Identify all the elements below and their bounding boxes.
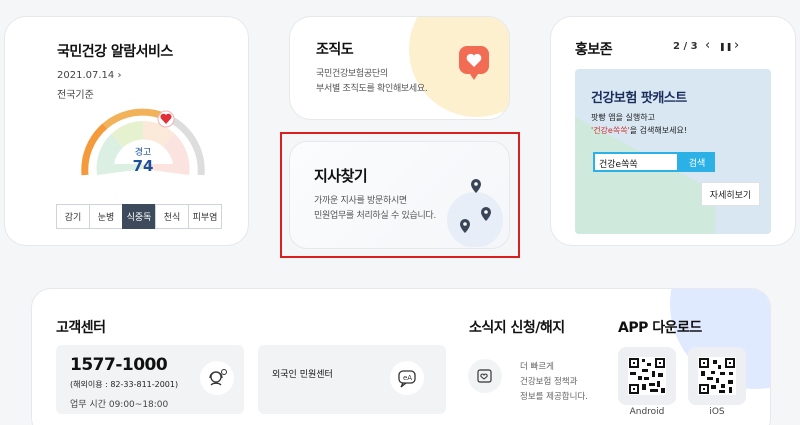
newsletter-line1: 더 빠르게 [520, 362, 554, 372]
qr-code-icon [628, 357, 666, 395]
tab-dermatitis[interactable]: 피부염 [188, 204, 222, 229]
foreign-center-box[interactable]: 외국인 민원센터 eA [258, 345, 446, 414]
tab-asthma[interactable]: 천식 [155, 204, 189, 229]
pr-zone-card: 홍보존 2 / 3 ‹ ❚❚ › 건강보험 팟캐스트 팟빵 앱을 실행하고 '건… [550, 16, 796, 246]
headset-icon [200, 361, 234, 395]
heart-marker-icon [157, 110, 175, 128]
newsletter-line3: 정보를 제공합니다. [520, 392, 588, 402]
tab-eye[interactable]: 눈병 [89, 204, 123, 229]
banner-search-field: 건강e쏙쏙 [593, 152, 679, 172]
banner-search-button: 검색 [679, 152, 715, 172]
org-chart-card[interactable]: 조직도 국민건강보험공단의 부서별 조직도를 확인해보세요. [289, 16, 510, 120]
date-link[interactable]: 2021.07.14 › [57, 70, 121, 81]
banner-line2: 을 검색해보세요! [629, 126, 688, 135]
health-alarm-card: 국민건강 알람서비스 2021.07.14 › 전국기준 경고 74 감기 눈병… [4, 16, 249, 246]
tab-cold[interactable]: 감기 [56, 204, 90, 229]
more-details-button[interactable]: 자세히보기 [701, 182, 760, 206]
banner-subtitle: 팟빵 앱을 실행하고 '건강e쏙쏙'을 검색해보세요! [591, 111, 687, 137]
podcast-banner[interactable]: 건강보험 팟캐스트 팟빵 앱을 실행하고 '건강e쏙쏙'을 검색해보세요! 건강… [575, 69, 771, 234]
disease-tabs: 감기 눈병 식중독 천식 피부염 [56, 204, 222, 229]
newsletter-line2: 건강보험 정책과 [520, 377, 578, 387]
qr-code-icon [698, 357, 736, 395]
tab-food-poisoning[interactable]: 식중독 [122, 204, 156, 229]
ios-label: iOS [709, 407, 725, 417]
pause-icon[interactable]: ❚❚ [719, 42, 732, 51]
newsletter-title: 소식지 신청/해지 [469, 320, 565, 336]
android-label: Android [629, 407, 665, 417]
phone-number: 1577-1000 [70, 355, 168, 375]
bottom-panel: 고객센터 1577-1000 (해외이용 : 82-33-811-2001) 업… [31, 288, 771, 425]
newsletter-icon[interactable] [468, 359, 502, 393]
pr-pager: 2 / 3 [673, 41, 698, 52]
business-hours: 업무 시간 09:00~18:00 [70, 400, 169, 410]
gauge-value: 74 [132, 157, 154, 175]
prev-icon[interactable]: ‹ [705, 38, 710, 53]
android-qr[interactable] [618, 347, 676, 405]
translation-icon: eA [390, 361, 424, 395]
heart-pin-icon [459, 46, 489, 80]
org-desc-line1: 국민건강보험공단의 [316, 69, 388, 79]
date-text: 2021.07.14 [57, 70, 115, 81]
foreign-center-label: 외국인 민원센터 [272, 370, 333, 380]
banner-highlight: '건강e쏙쏙' [591, 126, 630, 135]
org-desc: 국민건강보험공단의 부서별 조직도를 확인해보세요. [316, 67, 428, 97]
customer-center-title: 고객센터 [56, 320, 106, 336]
health-alarm-title: 국민건강 알람서비스 [57, 44, 173, 60]
ios-qr[interactable] [688, 347, 746, 405]
app-download-title: APP 다운로드 [618, 320, 702, 336]
svg-text:eA: eA [403, 374, 412, 382]
next-icon[interactable]: › [734, 38, 739, 53]
newsletter-desc: 더 빠르게 건강보험 정책과 정보를 제공합니다. [520, 360, 588, 405]
abroad-number: (해외이용 : 82-33-811-2001) [70, 380, 179, 389]
org-desc-line2: 부서별 조직도를 확인해보세요. [316, 84, 428, 94]
chevron-right-icon: › [117, 70, 122, 81]
org-title: 조직도 [316, 42, 354, 58]
pr-title: 홍보존 [575, 42, 613, 58]
highlight-frame [280, 132, 520, 258]
call-center-box[interactable]: 1577-1000 (해외이용 : 82-33-811-2001) 업무 시간 … [56, 345, 244, 414]
banner-title: 건강보험 팟캐스트 [591, 91, 687, 106]
banner-line1: 팟빵 앱을 실행하고 [591, 113, 655, 122]
